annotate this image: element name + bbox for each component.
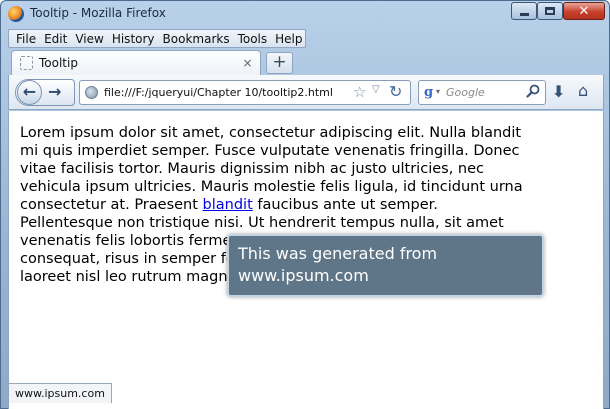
reload-icon[interactable]: ↻ [389,82,402,101]
paragraph-line: mi quis imperdiet semper. Fusce vulputat… [20,143,520,159]
minimize-button[interactable] [511,2,537,20]
maximize-icon [545,7,555,15]
page-favicon-icon [20,56,33,70]
browser-window: Tooltip - Mozilla Firefox ✕ File Edit Vi… [0,0,610,409]
menu-history[interactable]: History [108,32,159,46]
menu-bar: File Edit View History Bookmarks Tools H… [8,29,306,48]
blandit-link[interactable]: blandit [203,197,253,213]
forward-button[interactable]: → [48,82,61,102]
close-icon: ✕ [578,3,590,19]
window-title: Tooltip - Mozilla Firefox [30,6,166,20]
paragraph-line: Pellentesque non tristique nisi. Ut hend… [20,215,504,231]
downloads-icon[interactable]: ⬇ [552,82,565,101]
google-engine-icon[interactable]: g [424,85,433,100]
menu-file[interactable]: File [12,32,40,46]
link-tooltip: This was generated from www.ipsum.com [227,234,544,297]
tab-strip: Tooltip × + [8,50,604,75]
tab-tooltip[interactable]: Tooltip × [11,50,261,75]
bookmark-star-icon[interactable]: ☆ [353,83,366,101]
paragraph-line: vitae facilisis tortor. Mauris dignissim… [20,161,484,177]
menu-view[interactable]: View [71,32,107,46]
search-input[interactable]: Google [446,86,485,99]
paragraph-line: consectetur at. Praesent blandit faucibu… [20,196,596,214]
menu-tools[interactable]: Tools [234,32,272,46]
search-bar[interactable]: g ▾ Google [418,80,546,105]
status-bar-url: www.ipsum.com [9,383,112,403]
url-bar[interactable]: file:///F:/jqueryui/Chapter 10/tooltip2.… [79,80,411,105]
new-tab-button[interactable]: + [266,52,293,74]
url-history-dropdown-icon[interactable]: ▽ [372,84,380,95]
tab-label: Tooltip [39,56,78,70]
site-identity-icon[interactable] [85,86,98,99]
menu-bookmarks[interactable]: Bookmarks [159,32,234,46]
engine-dropdown-icon[interactable]: ▾ [436,87,440,96]
paragraph-text: consectetur at. Praesent [20,197,203,213]
title-bar: Tooltip - Mozilla Firefox ✕ [1,1,609,27]
back-button[interactable]: ← [17,80,42,105]
url-text[interactable]: file:///F:/jqueryui/Chapter 10/tooltip2.… [104,86,333,99]
home-icon[interactable]: ⌂ [578,81,588,100]
maximize-button[interactable] [537,2,563,20]
menu-help[interactable]: Help [271,32,306,46]
paragraph-text: faucibus ante ut semper. [252,197,438,213]
back-forward-group: ← → [15,79,75,106]
close-window-button[interactable]: ✕ [563,2,605,20]
paragraph-line: vehicula ipsum ultricies. Mauris molesti… [20,179,523,195]
firefox-logo-icon [8,6,24,22]
tab-close-icon[interactable]: × [240,56,255,71]
navigation-toolbar: ← → file:///F:/jqueryui/Chapter 10/toolt… [8,75,604,110]
paragraph-line: Lorem ipsum dolor sit amet, consectetur … [20,125,522,141]
minimize-icon [519,12,529,16]
search-icon[interactable] [526,84,540,98]
menu-edit[interactable]: Edit [40,32,71,46]
